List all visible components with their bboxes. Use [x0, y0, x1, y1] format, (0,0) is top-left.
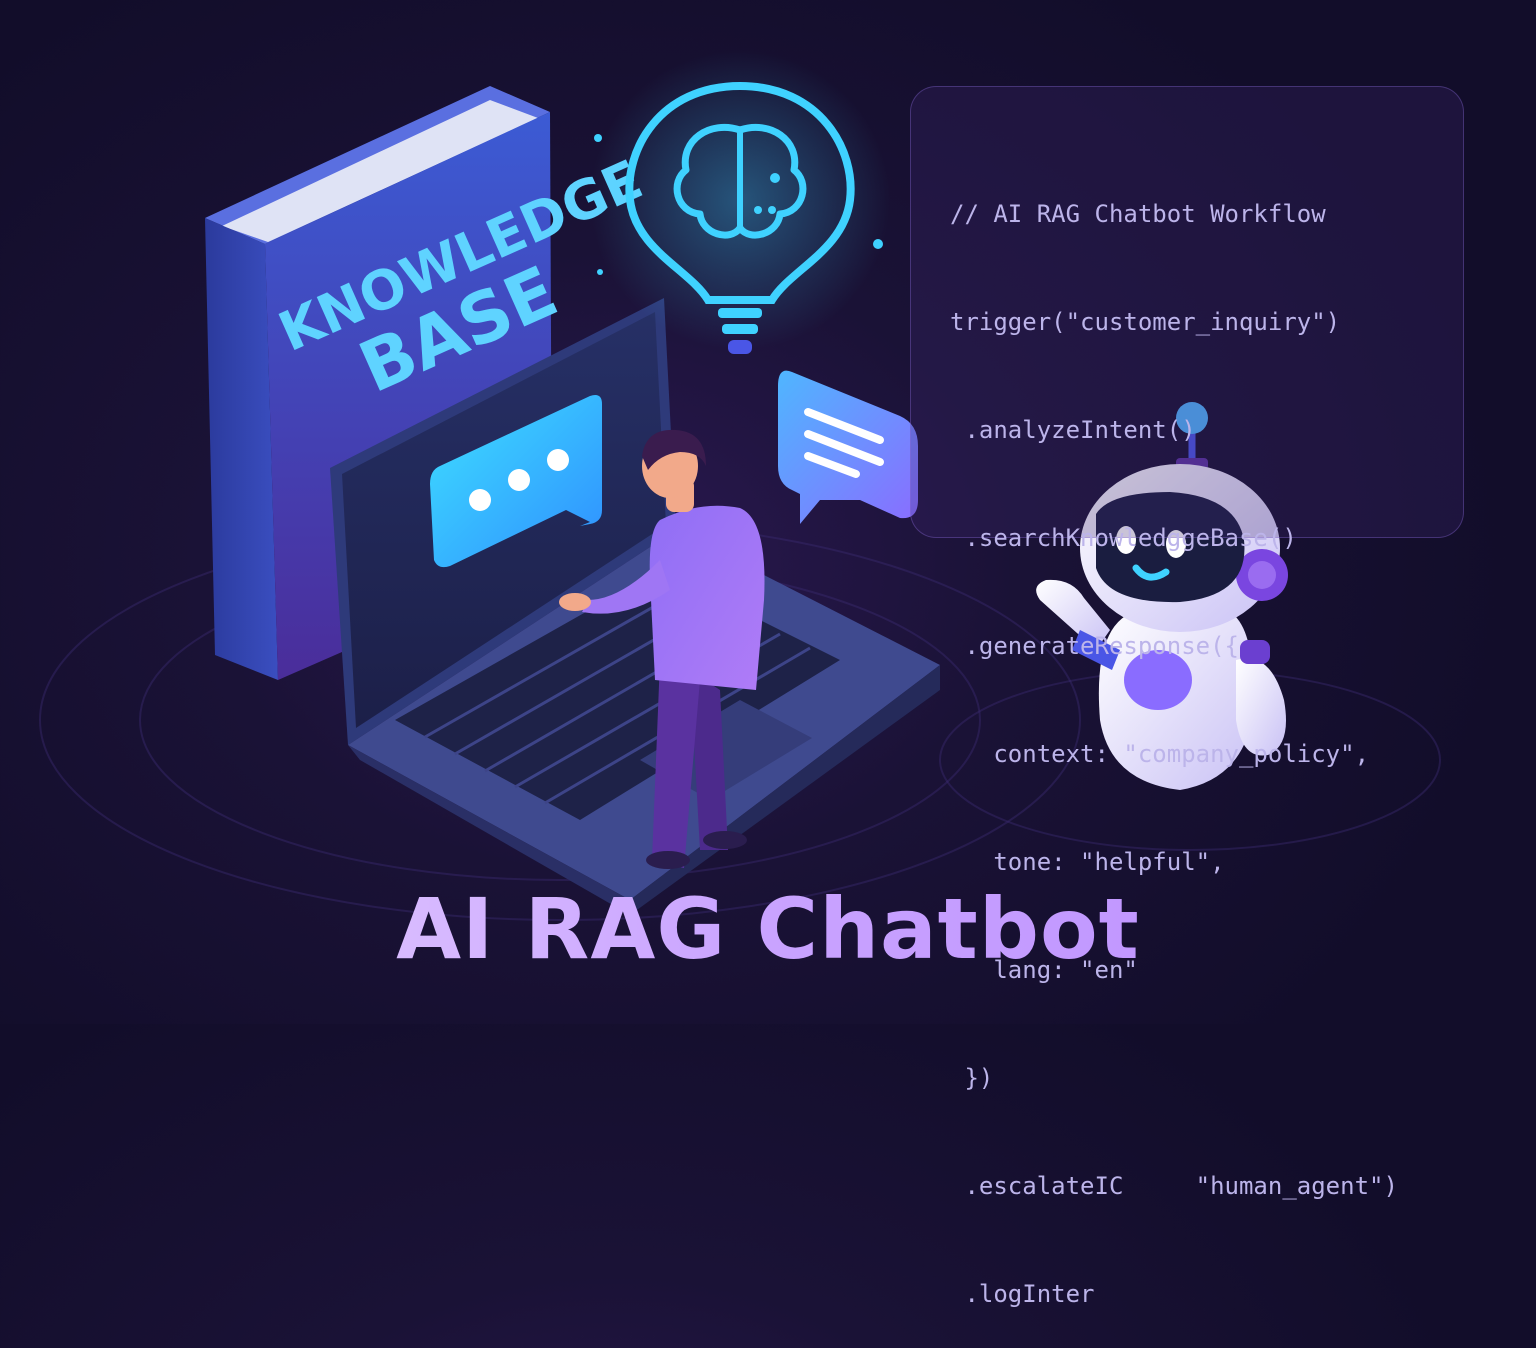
lightbulb-brain-icon [590, 50, 890, 354]
code-line: }) [950, 1064, 994, 1092]
code-line: tone: "helpful", [950, 848, 1225, 876]
code-line: .searchKnowledggeBase() [950, 524, 1297, 552]
code-snippet: // AI RAG Chatbot Workflow trigger("cust… [950, 124, 1398, 1348]
page-title: AI RAG Chatbot [0, 880, 1536, 978]
code-line: .logInter [950, 1280, 1095, 1308]
chat-message-icon [778, 370, 918, 524]
code-line: .escalateIC "human_agent") [950, 1172, 1398, 1200]
code-line: trigger("customer_inquiry") [950, 308, 1341, 336]
code-line: .generateResponse({ [950, 632, 1239, 660]
code-line: // AI RAG Chatbot Workflow [950, 200, 1326, 228]
code-line: context: "company_policy", [950, 740, 1370, 768]
code-line: .analyzeIntent() [950, 416, 1196, 444]
